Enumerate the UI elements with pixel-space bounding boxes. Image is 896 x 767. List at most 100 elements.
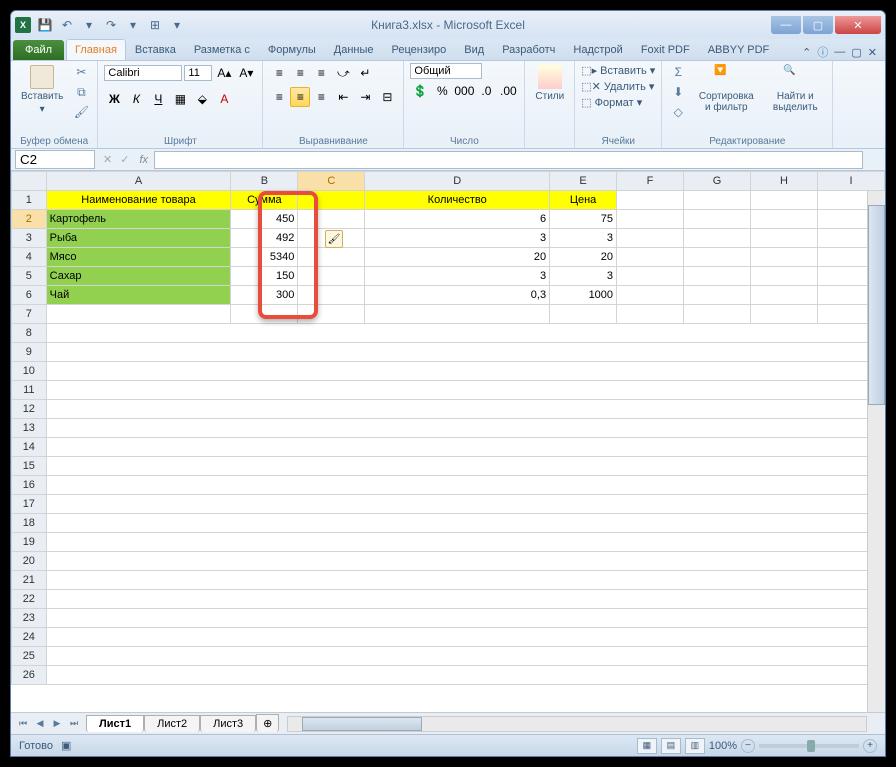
cell[interactable]: 3 bbox=[365, 267, 550, 286]
row-header[interactable]: 2 bbox=[12, 210, 47, 229]
cell[interactable]: 3 bbox=[550, 229, 617, 248]
increase-indent-icon[interactable]: ⇥ bbox=[355, 87, 375, 107]
row-header[interactable]: 26 bbox=[12, 666, 47, 685]
doc-close-icon[interactable]: ✕ bbox=[868, 46, 877, 59]
merge-icon[interactable]: ⊟ bbox=[377, 87, 397, 107]
cell[interactable]: 3 bbox=[550, 267, 617, 286]
sheet-tab[interactable]: Лист1 bbox=[86, 715, 144, 732]
align-center-icon[interactable]: ≡ bbox=[290, 87, 310, 107]
row-header[interactable]: 12 bbox=[12, 400, 47, 419]
bold-button[interactable]: Ж bbox=[104, 89, 124, 109]
paste-button[interactable]: Вставить ▾ bbox=[17, 63, 67, 117]
sheet-nav-first-icon[interactable]: ⏮ bbox=[15, 716, 31, 732]
spreadsheet-grid[interactable]: A B C D E F G H I 1 Наименование товара … bbox=[11, 171, 885, 685]
cell[interactable]: 1000 bbox=[550, 286, 617, 305]
qat-repeat-icon[interactable]: ▾ bbox=[123, 15, 143, 35]
find-select-button[interactable]: 🔍 Найти и выделить bbox=[764, 63, 826, 115]
cell[interactable]: 6 bbox=[365, 210, 550, 229]
border-button[interactable]: ▦ bbox=[170, 89, 190, 109]
help-icon[interactable]: ⓘ bbox=[817, 44, 828, 60]
cell[interactable] bbox=[684, 248, 751, 267]
cell[interactable] bbox=[750, 191, 817, 210]
cell[interactable] bbox=[750, 229, 817, 248]
doc-restore-icon[interactable]: ▢ bbox=[851, 46, 861, 59]
cell[interactable] bbox=[617, 305, 684, 324]
cell[interactable] bbox=[684, 229, 751, 248]
cell[interactable]: 3 bbox=[365, 229, 550, 248]
row-header[interactable]: 15 bbox=[12, 457, 47, 476]
cell[interactable] bbox=[750, 267, 817, 286]
row-header[interactable]: 5 bbox=[12, 267, 47, 286]
cell[interactable] bbox=[46, 590, 884, 609]
cell[interactable] bbox=[298, 191, 365, 210]
cell[interactable] bbox=[298, 210, 365, 229]
vscroll-thumb[interactable] bbox=[868, 205, 885, 405]
wrap-text-icon[interactable]: ↵ bbox=[355, 63, 375, 83]
macro-record-icon[interactable]: ▣ bbox=[61, 739, 71, 752]
row-header[interactable]: 14 bbox=[12, 438, 47, 457]
cell[interactable] bbox=[46, 438, 884, 457]
cell[interactable]: Картофель bbox=[46, 210, 231, 229]
qat-more-icon[interactable]: ▾ bbox=[79, 15, 99, 35]
cell[interactable] bbox=[750, 286, 817, 305]
save-icon[interactable]: 💾 bbox=[35, 15, 55, 35]
cell[interactable] bbox=[46, 514, 884, 533]
cell[interactable] bbox=[684, 210, 751, 229]
tab-formulas[interactable]: Формулы bbox=[259, 39, 325, 60]
col-header-A[interactable]: A bbox=[46, 172, 231, 191]
zoom-slider[interactable] bbox=[759, 744, 859, 748]
cell[interactable]: Чай bbox=[46, 286, 231, 305]
cell[interactable] bbox=[365, 305, 550, 324]
sort-filter-button[interactable]: 🔽 Сортировка и фильтр bbox=[692, 63, 760, 115]
cell[interactable] bbox=[684, 267, 751, 286]
align-right-icon[interactable]: ≡ bbox=[311, 87, 331, 107]
file-tab[interactable]: Файл bbox=[13, 40, 64, 60]
font-name-combo[interactable] bbox=[104, 65, 182, 81]
sheet-nav-next-icon[interactable]: ▶ bbox=[49, 716, 65, 732]
row-header[interactable]: 23 bbox=[12, 609, 47, 628]
col-header-C[interactable]: C bbox=[298, 172, 365, 191]
row-header[interactable]: 24 bbox=[12, 628, 47, 647]
increase-font-icon[interactable]: A▴ bbox=[214, 63, 234, 83]
minimize-button[interactable]: — bbox=[771, 16, 801, 34]
row-header[interactable]: 6 bbox=[12, 286, 47, 305]
cell[interactable]: 150 bbox=[231, 267, 298, 286]
col-header-H[interactable]: H bbox=[750, 172, 817, 191]
insert-cells-button[interactable]: ⬚▸ Вставить ▾ bbox=[581, 63, 655, 78]
cell[interactable] bbox=[46, 647, 884, 666]
tab-insert[interactable]: Вставка bbox=[126, 39, 185, 60]
fx-icon[interactable]: fx bbox=[139, 154, 148, 166]
tab-abbyy[interactable]: ABBYY PDF bbox=[699, 39, 779, 60]
cell[interactable] bbox=[550, 305, 617, 324]
row-header[interactable]: 19 bbox=[12, 533, 47, 552]
cell[interactable] bbox=[46, 609, 884, 628]
normal-view-icon[interactable]: ▦ bbox=[637, 738, 657, 754]
qat-dropdown-icon[interactable]: ▾ bbox=[167, 15, 187, 35]
sheet-nav-last-icon[interactable]: ⏭ bbox=[66, 716, 82, 732]
cell[interactable]: Наименование товара bbox=[46, 191, 231, 210]
cell[interactable] bbox=[298, 305, 365, 324]
col-header-G[interactable]: G bbox=[684, 172, 751, 191]
cell[interactable]: Сумма bbox=[231, 191, 298, 210]
accept-formula-icon[interactable]: ✓ bbox=[120, 153, 129, 166]
cell[interactable] bbox=[46, 552, 884, 571]
row-header[interactable]: 1 bbox=[12, 191, 47, 210]
cancel-formula-icon[interactable]: ✕ bbox=[103, 153, 112, 166]
row-header[interactable]: 13 bbox=[12, 419, 47, 438]
row-header[interactable]: 18 bbox=[12, 514, 47, 533]
cell[interactable]: Сахар bbox=[46, 267, 231, 286]
tab-addins[interactable]: Надстрой bbox=[564, 39, 631, 60]
cell[interactable] bbox=[298, 248, 365, 267]
cell[interactable] bbox=[46, 400, 884, 419]
cell[interactable]: Мясо bbox=[46, 248, 231, 267]
row-header[interactable]: 25 bbox=[12, 647, 47, 666]
formula-bar[interactable] bbox=[154, 151, 863, 169]
currency-icon[interactable]: 💲 bbox=[410, 81, 430, 101]
cell[interactable]: 75 bbox=[550, 210, 617, 229]
row-header[interactable]: 7 bbox=[12, 305, 47, 324]
fill-icon[interactable]: ⬇ bbox=[668, 83, 688, 101]
row-header[interactable]: 22 bbox=[12, 590, 47, 609]
hscroll-thumb[interactable] bbox=[302, 717, 422, 731]
col-header-E[interactable]: E bbox=[550, 172, 617, 191]
cell[interactable]: 20 bbox=[550, 248, 617, 267]
